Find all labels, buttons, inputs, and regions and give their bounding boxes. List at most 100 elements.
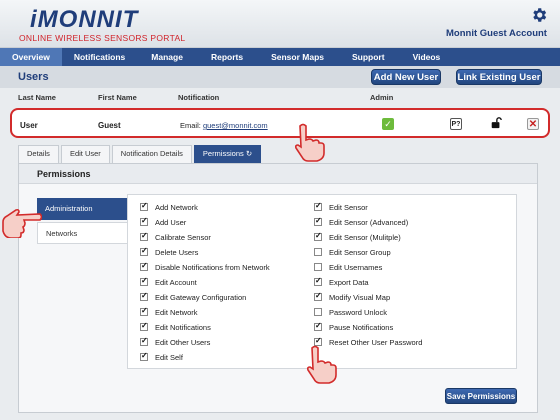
permission-label: Edit Network [155, 307, 198, 317]
permission-item[interactable]: Edit Other Users [140, 336, 210, 348]
permission-label: Password Unlock [329, 307, 387, 317]
permission-item[interactable]: Delete Users [140, 246, 198, 258]
permission-item[interactable]: Edit Sensor [314, 201, 368, 213]
email-link[interactable]: guest@monnit.com [203, 121, 268, 130]
permissions-list: Add Network Add User Calibrate Sensor Delet… [127, 194, 517, 369]
email-label: Email: guest@monnit.com [180, 121, 268, 130]
imonnit-logo[interactable]: iMONNIT [30, 6, 138, 34]
admin-check-icon[interactable]: ✓ [382, 118, 394, 130]
tab-edit-user[interactable]: Edit User [60, 145, 110, 163]
pointer-hand-icon [2, 208, 42, 238]
permission-item[interactable]: Edit Account [140, 276, 197, 288]
permission-label: Edit Sensor Group [329, 247, 391, 257]
permission-item[interactable]: Password Unlock [314, 306, 387, 318]
permission-item[interactable]: Add Network [140, 201, 198, 213]
unlock-icon[interactable] [490, 117, 502, 129]
permission-label: Edit Sensor [329, 202, 368, 212]
permission-label: Edit Sensor (Advanced) [329, 217, 409, 227]
delete-icon[interactable]: ✕ [527, 118, 539, 130]
permission-label: Edit Account [155, 277, 197, 287]
permission-label: Edit Gateway Configuration [155, 292, 247, 302]
column-admin[interactable]: Admin [370, 93, 393, 102]
permission-item[interactable]: Modify Visual Map [314, 291, 390, 303]
permission-label: Modify Visual Map [329, 292, 391, 302]
add-new-user-button[interactable]: Add New User [371, 69, 441, 85]
permission-label: Delete Users [155, 247, 199, 257]
permission-item[interactable]: Export Data [314, 276, 369, 288]
permission-label: Edit Notifications [155, 322, 211, 332]
permission-label: Export Data [329, 277, 369, 287]
permission-checkbox[interactable] [314, 216, 322, 226]
permissions-panel: Permissions Administration Networks Add … [18, 163, 538, 413]
permission-checkbox[interactable] [140, 276, 148, 286]
panel-title: Permissions [37, 169, 91, 179]
users-bar: Users Add New User Link Existing User [0, 66, 560, 88]
tab-permissions[interactable]: Permissions ↻ [193, 145, 262, 163]
tab-details[interactable]: Details [18, 145, 59, 163]
permission-label: Edit Sensor (Mulitple) [329, 232, 401, 242]
column-last-name[interactable]: Last Name [18, 93, 56, 102]
permission-checkbox[interactable] [314, 263, 322, 271]
panel-header: Permissions [19, 164, 537, 184]
gear-icon[interactable] [530, 6, 548, 24]
portal-subtitle: ONLINE WIRELESS SENSORS PORTAL [19, 33, 186, 43]
nav-support[interactable]: Support [338, 48, 399, 66]
permission-item[interactable]: Edit Sensor (Mulitple) [314, 231, 401, 243]
permission-checkbox[interactable] [314, 308, 322, 316]
user-row[interactable]: User Guest Email: guest@monnit.com ✓ P? … [10, 108, 550, 138]
permission-checkbox[interactable] [314, 291, 322, 301]
permission-item[interactable]: Calibrate Sensor [140, 231, 211, 243]
permission-checkbox[interactable] [140, 306, 148, 316]
permission-label: Edit Self [155, 352, 183, 362]
user-last-name: User [20, 121, 38, 130]
column-notification[interactable]: Notification [178, 93, 219, 102]
permission-checkbox[interactable] [140, 261, 148, 271]
column-first-name[interactable]: First Name [98, 93, 137, 102]
permission-item[interactable]: Edit Network [140, 306, 198, 318]
save-permissions-button[interactable]: Save Permissions [445, 388, 517, 404]
permission-label: Edit Other Users [155, 337, 211, 347]
password-reset-icon[interactable]: P? [450, 118, 462, 130]
permission-item[interactable]: Pause Notifications [314, 321, 393, 333]
permission-checkbox[interactable] [314, 201, 322, 211]
permission-checkbox[interactable] [140, 201, 148, 211]
nav-videos[interactable]: Videos [399, 48, 455, 66]
app-header: iMONNIT ONLINE WIRELESS SENSORS PORTAL M… [0, 0, 560, 48]
tab-notification-details[interactable]: Notification Details [111, 145, 192, 163]
email-prefix: Email: [180, 121, 201, 130]
permission-checkbox[interactable] [314, 248, 322, 256]
permission-checkbox[interactable] [140, 231, 148, 241]
permission-label: Add User [155, 217, 187, 227]
permission-checkbox[interactable] [140, 321, 148, 331]
user-first-name: Guest [98, 121, 121, 130]
permission-checkbox[interactable] [140, 216, 148, 226]
permission-item[interactable]: Edit Self [140, 351, 183, 363]
permission-checkbox[interactable] [314, 321, 322, 331]
nav-sensor-maps[interactable]: Sensor Maps [257, 48, 338, 66]
permission-checkbox[interactable] [140, 291, 148, 301]
permission-label: Disable Notifications from Network [155, 262, 270, 272]
permission-item[interactable]: Edit Usernames [314, 261, 382, 273]
permission-label: Calibrate Sensor [155, 232, 211, 242]
main-nav: Overview Notifications Manage Reports Se… [0, 48, 560, 66]
permission-checkbox[interactable] [314, 231, 322, 241]
permission-item[interactable]: Edit Gateway Configuration [140, 291, 246, 303]
nav-notifications[interactable]: Notifications [62, 48, 137, 66]
permission-item[interactable]: Add User [140, 216, 186, 228]
permission-checkbox[interactable] [314, 276, 322, 286]
permission-label: Add Network [155, 202, 198, 212]
permission-item[interactable]: Edit Sensor Group [314, 246, 391, 258]
nav-manage[interactable]: Manage [137, 48, 197, 66]
permission-checkbox[interactable] [140, 246, 148, 256]
permission-checkbox[interactable] [140, 351, 148, 361]
permission-item[interactable]: Edit Notifications [140, 321, 211, 333]
permission-checkbox[interactable] [140, 336, 148, 346]
account-name[interactable]: Monnit Guest Account [446, 28, 547, 39]
permission-item[interactable]: Edit Sensor (Advanced) [314, 216, 408, 228]
nav-reports[interactable]: Reports [197, 48, 257, 66]
permission-label: Pause Notifications [329, 322, 394, 332]
link-existing-user-button[interactable]: Link Existing User [456, 69, 542, 85]
permission-label: Reset Other User Password [329, 337, 423, 347]
nav-overview[interactable]: Overview [0, 48, 62, 66]
permission-item[interactable]: Disable Notifications from Network [140, 261, 270, 273]
